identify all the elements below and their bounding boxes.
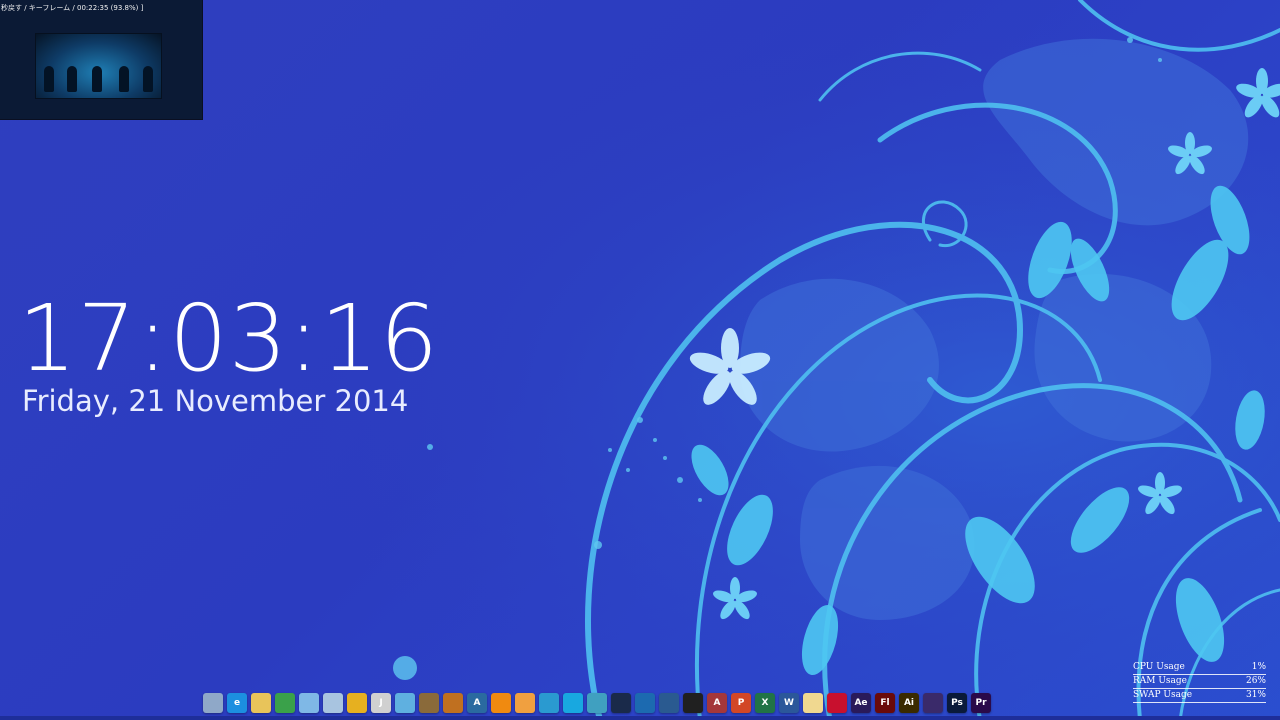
chrome-like-icon[interactable]: [587, 693, 607, 713]
game-icon[interactable]: [443, 693, 463, 713]
steam-icon[interactable]: [611, 693, 631, 713]
ram-usage-label: RAM Usage: [1133, 676, 1188, 686]
windows-live-icon[interactable]: [635, 693, 655, 713]
app-window-icon[interactable]: [323, 693, 343, 713]
premiere-icon[interactable]: Pr: [971, 693, 991, 713]
video-status-text: 秒戻す / キーフレーム / 00:22:35 (93.8%) ]: [1, 4, 144, 12]
j-app-glyph: J: [379, 698, 383, 708]
after-effects-icon[interactable]: Ae: [851, 693, 871, 713]
video-figure: [44, 66, 54, 92]
cpu-usage-row: CPU Usage 1%: [1133, 661, 1266, 675]
media-encoder-icon[interactable]: [923, 693, 943, 713]
video-figure: [119, 66, 129, 92]
a-app-icon[interactable]: A: [467, 693, 487, 713]
notepad-icon[interactable]: [299, 693, 319, 713]
acrobat-icon[interactable]: [827, 693, 847, 713]
gimp-icon[interactable]: [419, 693, 439, 713]
media-player-icon[interactable]: [515, 693, 535, 713]
access-glyph: A: [713, 698, 721, 708]
file-manager-icon[interactable]: [347, 693, 367, 713]
globe-icon[interactable]: [539, 693, 559, 713]
video-figure: [67, 66, 77, 92]
ram-usage-value: 26%: [1245, 676, 1266, 686]
after-effects-glyph: Ae: [854, 698, 868, 708]
access-icon[interactable]: A: [707, 693, 727, 713]
internet-explorer-glyph: e: [233, 698, 241, 708]
recycle-bin-icon[interactable]: [203, 693, 223, 713]
document-icon[interactable]: [803, 693, 823, 713]
torrent-icon[interactable]: [659, 693, 679, 713]
clock-date: Friday, 21 November 2014: [22, 384, 409, 418]
powerpoint-icon[interactable]: P: [731, 693, 751, 713]
word-icon[interactable]: W: [779, 693, 799, 713]
video-figure: [143, 66, 153, 92]
system-monitor-widget: CPU Usage 1% RAM Usage 26% SWAP Usage 31…: [1133, 661, 1266, 703]
a-app-glyph: A: [473, 698, 481, 708]
cpu-usage-label: CPU Usage: [1133, 662, 1185, 672]
powerpoint-glyph: P: [737, 698, 745, 708]
word-glyph: W: [784, 698, 794, 708]
j-app-icon[interactable]: J: [371, 693, 391, 713]
video-thumbnail[interactable]: [35, 33, 162, 99]
photoshop-glyph: Ps: [951, 698, 963, 708]
premiere-glyph: Pr: [975, 698, 987, 708]
application-dock: e J A A P X W Ae Fl Ai Ps Pr: [203, 690, 991, 716]
excel-glyph: X: [761, 698, 769, 708]
chat-icon[interactable]: [395, 693, 415, 713]
orange-ball-icon[interactable]: [491, 693, 511, 713]
illustrator-glyph: Ai: [903, 698, 915, 708]
internet-explorer-icon[interactable]: e: [227, 693, 247, 713]
swap-usage-value: 31%: [1245, 690, 1266, 700]
bottom-edge-bar: [0, 716, 1280, 720]
flash-icon[interactable]: Fl: [875, 693, 895, 713]
clock-time: 17:03:16: [18, 285, 440, 392]
excel-icon[interactable]: X: [755, 693, 775, 713]
photoshop-icon[interactable]: Ps: [947, 693, 967, 713]
terminal-icon[interactable]: [683, 693, 703, 713]
video-figure: [92, 66, 102, 92]
snowflake-icon[interactable]: [563, 693, 583, 713]
swap-usage-row: SWAP Usage 31%: [1133, 689, 1266, 703]
illustrator-icon[interactable]: Ai: [899, 693, 919, 713]
folder-icon[interactable]: [251, 693, 271, 713]
mail-icon[interactable]: [275, 693, 295, 713]
swap-usage-label: SWAP Usage: [1133, 690, 1193, 700]
cpu-usage-value: 1%: [1251, 662, 1266, 672]
ram-usage-row: RAM Usage 26%: [1133, 675, 1266, 689]
flash-glyph: Fl: [880, 698, 890, 708]
video-preview-widget[interactable]: 秒戻す / キーフレーム / 00:22:35 (93.8%) ]: [0, 0, 203, 120]
